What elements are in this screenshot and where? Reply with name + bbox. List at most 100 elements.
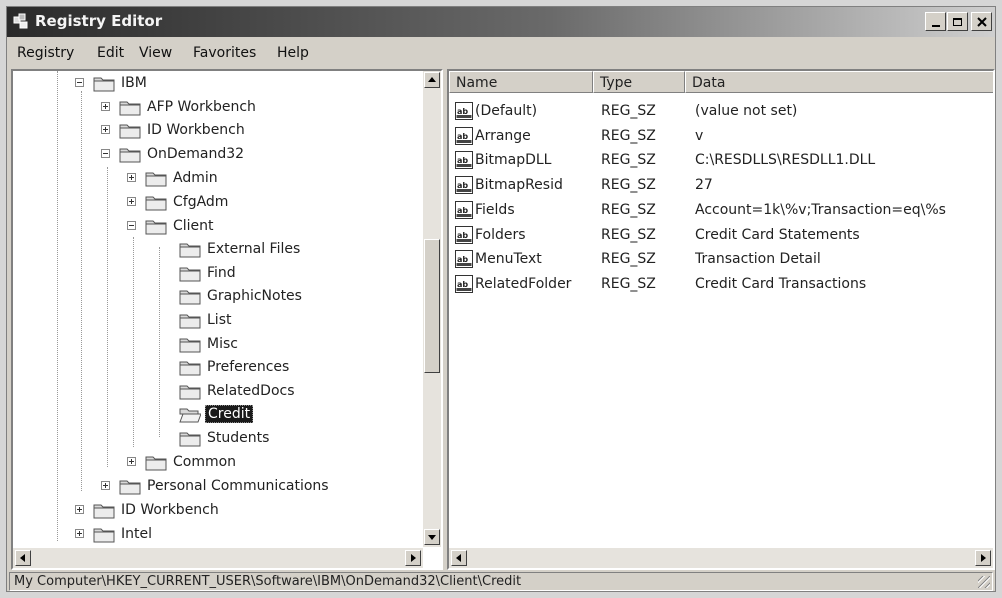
string-value-icon [455, 102, 473, 120]
tree-horizontal-scrollbar[interactable] [13, 548, 423, 568]
tree-item-label: Personal Communications [147, 478, 329, 494]
expand-icon[interactable] [75, 529, 84, 538]
value-row[interactable]: Fields REG_SZ Account=1k\%v;Transaction=eq… [453, 198, 993, 222]
menu-edit[interactable]: Edit [97, 45, 124, 61]
registry-editor-window: Registry Editor Registry Edit View Favor… [6, 6, 996, 592]
expand-icon[interactable] [127, 173, 136, 182]
scroll-down-button[interactable] [424, 529, 440, 545]
registry-editor-icon [13, 13, 28, 29]
tree-item-label: OnDemand32 [147, 146, 245, 162]
tree-item-find[interactable]: Find [179, 262, 238, 284]
current-key-path: My Computer\HKEY_CURRENT_USER\Software\I… [14, 574, 522, 589]
tree-item-cfgadm[interactable]: CfgAdm [127, 191, 230, 213]
tree-item-credit[interactable]: Credit [179, 403, 254, 425]
string-value-icon [455, 151, 473, 169]
folder-icon [179, 336, 201, 353]
maximize-icon [953, 17, 962, 26]
value-type: REG_SZ [601, 275, 656, 292]
string-value-icon [455, 226, 473, 244]
list-horizontal-scrollbar[interactable] [449, 548, 993, 568]
tree-item-afp-workbench[interactable]: AFP Workbench [101, 96, 258, 118]
tree-item-label: ID Workbench [147, 122, 245, 138]
value-data: 27 [695, 177, 713, 194]
menu-favorites[interactable]: Favorites [193, 45, 256, 61]
tree-item-client[interactable]: Client [127, 215, 216, 237]
tree-item-label: Find [207, 265, 236, 281]
resize-grip-icon[interactable] [978, 576, 990, 588]
value-row[interactable]: BitmapDLL REG_SZ C:\RESDLLS\RESDLL1.DLL [453, 148, 993, 172]
minimize-button[interactable] [925, 12, 946, 31]
tree-item-label: External Files [207, 241, 301, 257]
tree-item-common[interactable]: Common [127, 451, 238, 473]
tree-item-graphicnotes[interactable]: GraphicNotes [179, 285, 304, 307]
value-row[interactable]: Arrange REG_SZ v [453, 124, 993, 148]
collapse-icon[interactable] [75, 78, 84, 87]
list-scroll-left-button[interactable] [451, 550, 467, 566]
folder-open-icon [179, 406, 201, 423]
tree-item-relateddocs[interactable]: RelatedDocs [179, 380, 297, 402]
collapse-icon[interactable] [127, 221, 136, 230]
column-header-type[interactable]: Type [593, 71, 685, 93]
menu-bar: Registry Edit View Favorites Help [7, 41, 995, 67]
tree-item-label: Intel [121, 526, 152, 542]
tree-item-admin[interactable]: Admin [127, 167, 220, 189]
tree-item-label: AFP Workbench [147, 99, 256, 115]
tree-item-intel[interactable]: Intel [75, 523, 154, 545]
menu-view[interactable]: View [139, 45, 172, 61]
tree-scroll-thumb[interactable] [424, 239, 440, 373]
column-header-name[interactable]: Name [449, 71, 593, 93]
scroll-right-button[interactable] [405, 550, 421, 566]
tree-item-preferences[interactable]: Preferences [179, 356, 291, 378]
values-list-pane[interactable]: Name Type Data (Default) REG_SZ (value not… [447, 69, 995, 570]
close-icon [976, 16, 987, 27]
list-scroll-right-button[interactable] [975, 550, 991, 566]
tree-item-label: GraphicNotes [207, 288, 302, 304]
value-type: REG_SZ [601, 177, 656, 194]
value-name: Folders [475, 226, 526, 243]
expand-icon[interactable] [127, 197, 136, 206]
scroll-up-button[interactable] [424, 72, 440, 88]
value-row[interactable]: MenuText REG_SZ Transaction Detail [453, 247, 993, 271]
string-value-icon [455, 275, 473, 293]
expand-icon[interactable] [101, 481, 110, 490]
tree-item-label: Students [207, 430, 270, 446]
title-bar[interactable]: Registry Editor [7, 7, 995, 37]
value-row[interactable]: BitmapResid REG_SZ 27 [453, 173, 993, 197]
expand-icon[interactable] [101, 125, 110, 134]
tree-item-label: Admin [173, 170, 218, 186]
menu-help[interactable]: Help [277, 45, 309, 61]
tree-item-list[interactable]: List [179, 309, 233, 331]
folder-icon [179, 265, 201, 282]
tree-item-id-workbench-2[interactable]: ID Workbench [75, 499, 221, 521]
folder-icon [179, 430, 201, 447]
collapse-icon[interactable] [101, 149, 110, 158]
expand-icon[interactable] [101, 102, 110, 111]
arrow-left-icon [456, 554, 461, 562]
string-value-icon [455, 201, 473, 219]
arrow-down-icon [428, 535, 436, 540]
tree-item-ondemand32[interactable]: OnDemand32 [101, 143, 246, 165]
value-type: REG_SZ [601, 226, 656, 243]
tree-item-misc[interactable]: Misc [179, 333, 240, 355]
arrow-up-icon [428, 77, 436, 82]
tree-item-ibm[interactable]: IBM [75, 72, 149, 94]
expand-icon[interactable] [75, 505, 84, 514]
scroll-left-button[interactable] [15, 550, 31, 566]
tree-item-external-files[interactable]: External Files [179, 238, 302, 260]
column-header-data[interactable]: Data [685, 71, 993, 93]
value-data: Credit Card Transactions [695, 275, 867, 292]
value-row[interactable]: RelatedFolder REG_SZ Credit Card Transacti… [453, 272, 993, 296]
close-button[interactable] [971, 12, 992, 31]
folder-icon [179, 312, 201, 329]
menu-registry[interactable]: Registry [17, 45, 74, 61]
value-row[interactable]: (Default) REG_SZ (value not set) [453, 99, 993, 123]
tree-item-personal-communications[interactable]: Personal Communications [101, 475, 331, 497]
key-tree-pane[interactable]: IBM AFP Workbench ID Workbench OnDemand3… [11, 69, 443, 570]
tree-item-id-workbench[interactable]: ID Workbench [101, 119, 247, 141]
expand-icon[interactable] [127, 457, 136, 466]
value-row[interactable]: Folders REG_SZ Credit Card Statements [453, 223, 993, 247]
folder-icon [119, 99, 141, 116]
maximize-button[interactable] [947, 12, 968, 31]
tree-item-students[interactable]: Students [179, 427, 271, 449]
value-data: Credit Card Statements [695, 226, 860, 243]
